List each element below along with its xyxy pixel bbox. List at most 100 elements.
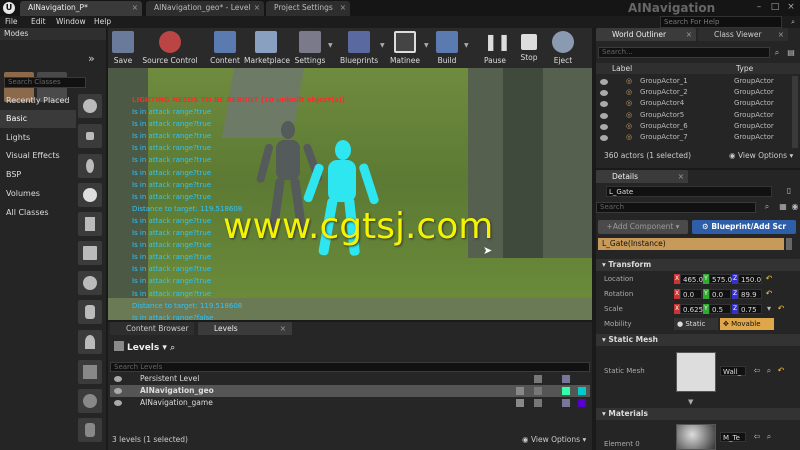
eye-icon[interactable] (114, 376, 122, 382)
outliner-scrollbar[interactable] (792, 76, 798, 148)
level-row-ainavigation-geo[interactable]: AINavigation_geo (110, 385, 590, 397)
rotation-z-field[interactable]: 89.9 (738, 289, 762, 299)
close-icon[interactable]: × (132, 1, 138, 15)
static-mesh-section-header[interactable]: ▾ Static Mesh (596, 334, 800, 346)
column-type[interactable]: Type (736, 64, 753, 73)
outliner-row[interactable]: ◎ GroupActor_1 GroupActor (596, 76, 800, 87)
eject-button[interactable]: Eject (548, 28, 578, 68)
save-button[interactable]: Save (110, 28, 136, 68)
close-icon[interactable]: × (678, 170, 684, 183)
category-visual-effects[interactable]: Visual Effects (0, 147, 76, 165)
location-x-field[interactable]: 465.0 (680, 274, 703, 284)
column-label[interactable]: Label (612, 64, 632, 73)
chevron-down-icon[interactable]: ▼ (688, 398, 693, 406)
arrow-left-icon[interactable]: ⇦ (752, 366, 762, 376)
outliner-row[interactable]: ◎ GroupActor5 GroupActor (596, 110, 800, 121)
search-icon[interactable]: ⌕ (170, 343, 175, 353)
source-control-button[interactable]: Source Control▼ (142, 28, 235, 68)
scale-y-field[interactable]: 0.5 (709, 304, 731, 314)
menu-help[interactable]: Help (94, 16, 111, 28)
eye-icon[interactable] (600, 90, 608, 97)
close-icon[interactable]: × (254, 1, 260, 15)
eye-icon[interactable] (600, 79, 608, 85)
edit-icon[interactable] (562, 387, 570, 395)
outliner-row[interactable]: ◎ GroupActor_7 GroupActor (596, 132, 800, 143)
search-classes-input[interactable]: Search Classes (4, 77, 86, 88)
level-viewport[interactable]: LIGHTING NEEDS TO BE REBUILT (10 unbuilt… (108, 68, 592, 320)
reset-arrow-icon[interactable]: ↶ (776, 304, 786, 314)
tab-details[interactable]: Details × (596, 170, 688, 183)
search-levels-input[interactable]: Search Levels (110, 362, 590, 372)
level-blueprint-icon[interactable] (516, 387, 524, 395)
static-mesh-combo[interactable]: Wall_ (720, 366, 746, 376)
content-button[interactable]: Content (208, 28, 242, 68)
static-mesh-thumbnail[interactable] (676, 352, 716, 392)
pawn-thumbnail[interactable] (78, 154, 102, 178)
modes-tab[interactable]: Modes (0, 28, 106, 40)
level-row-persistent[interactable]: Persistent Level (110, 373, 590, 385)
sphere-trigger-thumbnail[interactable] (78, 389, 102, 413)
materials-section-header[interactable]: ▾ Materials (596, 408, 800, 420)
menu-window[interactable]: Window (56, 16, 86, 28)
lock-icon[interactable] (534, 387, 542, 395)
rotation-x-field[interactable]: 0.0 (680, 289, 702, 299)
eye-icon[interactable] (114, 388, 122, 394)
actor-name-field[interactable]: L_Gate (606, 186, 772, 197)
menu-edit[interactable]: Edit (31, 16, 46, 28)
lock-icon[interactable] (534, 399, 542, 407)
location-y-field[interactable]: 575.0 (709, 274, 732, 284)
player-start-thumbnail[interactable] (78, 212, 102, 236)
empty-actor-thumbnail[interactable] (78, 124, 102, 148)
scale-x-field[interactable]: 0.625 (680, 304, 703, 314)
maximize-icon[interactable]: □ (768, 2, 782, 13)
cube-thumbnail[interactable] (78, 241, 102, 265)
close-window-icon[interactable]: × (784, 2, 798, 13)
close-icon[interactable]: × (280, 322, 286, 335)
level-color-swatch[interactable] (578, 387, 586, 395)
lock-scale-icon[interactable]: ▾ (764, 304, 774, 314)
transform-section-header[interactable]: ▾ Transform (596, 259, 800, 271)
close-icon[interactable]: × (778, 28, 784, 41)
category-all-classes[interactable]: All Classes (0, 204, 76, 222)
lock-icon[interactable]: ▯ (784, 186, 794, 196)
component-instance-row[interactable]: L_Gate(Instance) (598, 238, 784, 250)
box-trigger-thumbnail[interactable] (78, 360, 102, 384)
doc-tab-ainavigation-geo[interactable]: AINavigation_geo* - Level × (146, 1, 264, 16)
search-icon[interactable]: ⌕ (791, 17, 795, 27)
outliner-row[interactable]: ◎ GroupActor_6 GroupActor (596, 121, 800, 132)
eye-icon[interactable] (600, 135, 608, 141)
settings-icon[interactable]: ▤ (786, 48, 796, 58)
category-recently-placed[interactable]: Recently Placed (0, 92, 76, 110)
pause-button[interactable]: ❚❚ Pause (482, 28, 511, 68)
tab-class-viewer[interactable]: Class Viewer × (698, 28, 788, 41)
add-component-button[interactable]: +Add Component ▾ (598, 220, 688, 234)
marketplace-button[interactable]: Marketplace (244, 28, 290, 68)
outliner-row[interactable]: ◎ GroupActor_2 GroupActor (596, 87, 800, 98)
close-icon[interactable]: × (340, 1, 346, 15)
save-icon[interactable] (562, 399, 570, 407)
reset-arrow-icon[interactable]: ↶ (764, 274, 774, 284)
matinee-button[interactable]: Matinee ▼ (388, 28, 429, 68)
menu-file[interactable]: File (5, 16, 18, 28)
category-basic[interactable]: Basic (0, 110, 76, 128)
mobility-static-toggle[interactable]: ● Static (674, 318, 718, 330)
search-icon[interactable]: ⌕ (764, 432, 774, 442)
cylinder-thumbnail[interactable] (78, 300, 102, 324)
details-search-input[interactable]: Search (596, 202, 756, 213)
build-button[interactable]: Build ▼ (434, 28, 469, 68)
levels-menu[interactable]: Levels ▾ ⌕ (110, 340, 590, 356)
outliner-search-input[interactable]: Search... (598, 47, 770, 58)
eye-icon[interactable]: ◉ (790, 202, 800, 212)
search-icon[interactable]: ⌕ (762, 202, 772, 212)
eye-icon[interactable] (600, 112, 608, 119)
grid-icon[interactable]: ▦ (778, 202, 788, 212)
level-blueprint-icon[interactable] (516, 399, 524, 407)
arrow-left-icon[interactable]: ⇦ (752, 432, 762, 442)
doc-tab-project-settings[interactable]: Project Settings × (266, 1, 350, 16)
material-combo[interactable]: M_Te (720, 432, 746, 442)
mobility-movable-toggle[interactable]: ✥ Movable (720, 318, 774, 330)
scale-z-field[interactable]: 0.75 (738, 304, 762, 314)
lock-icon[interactable] (534, 375, 542, 383)
save-icon[interactable] (562, 375, 570, 383)
category-bsp[interactable]: BSP (0, 166, 76, 184)
